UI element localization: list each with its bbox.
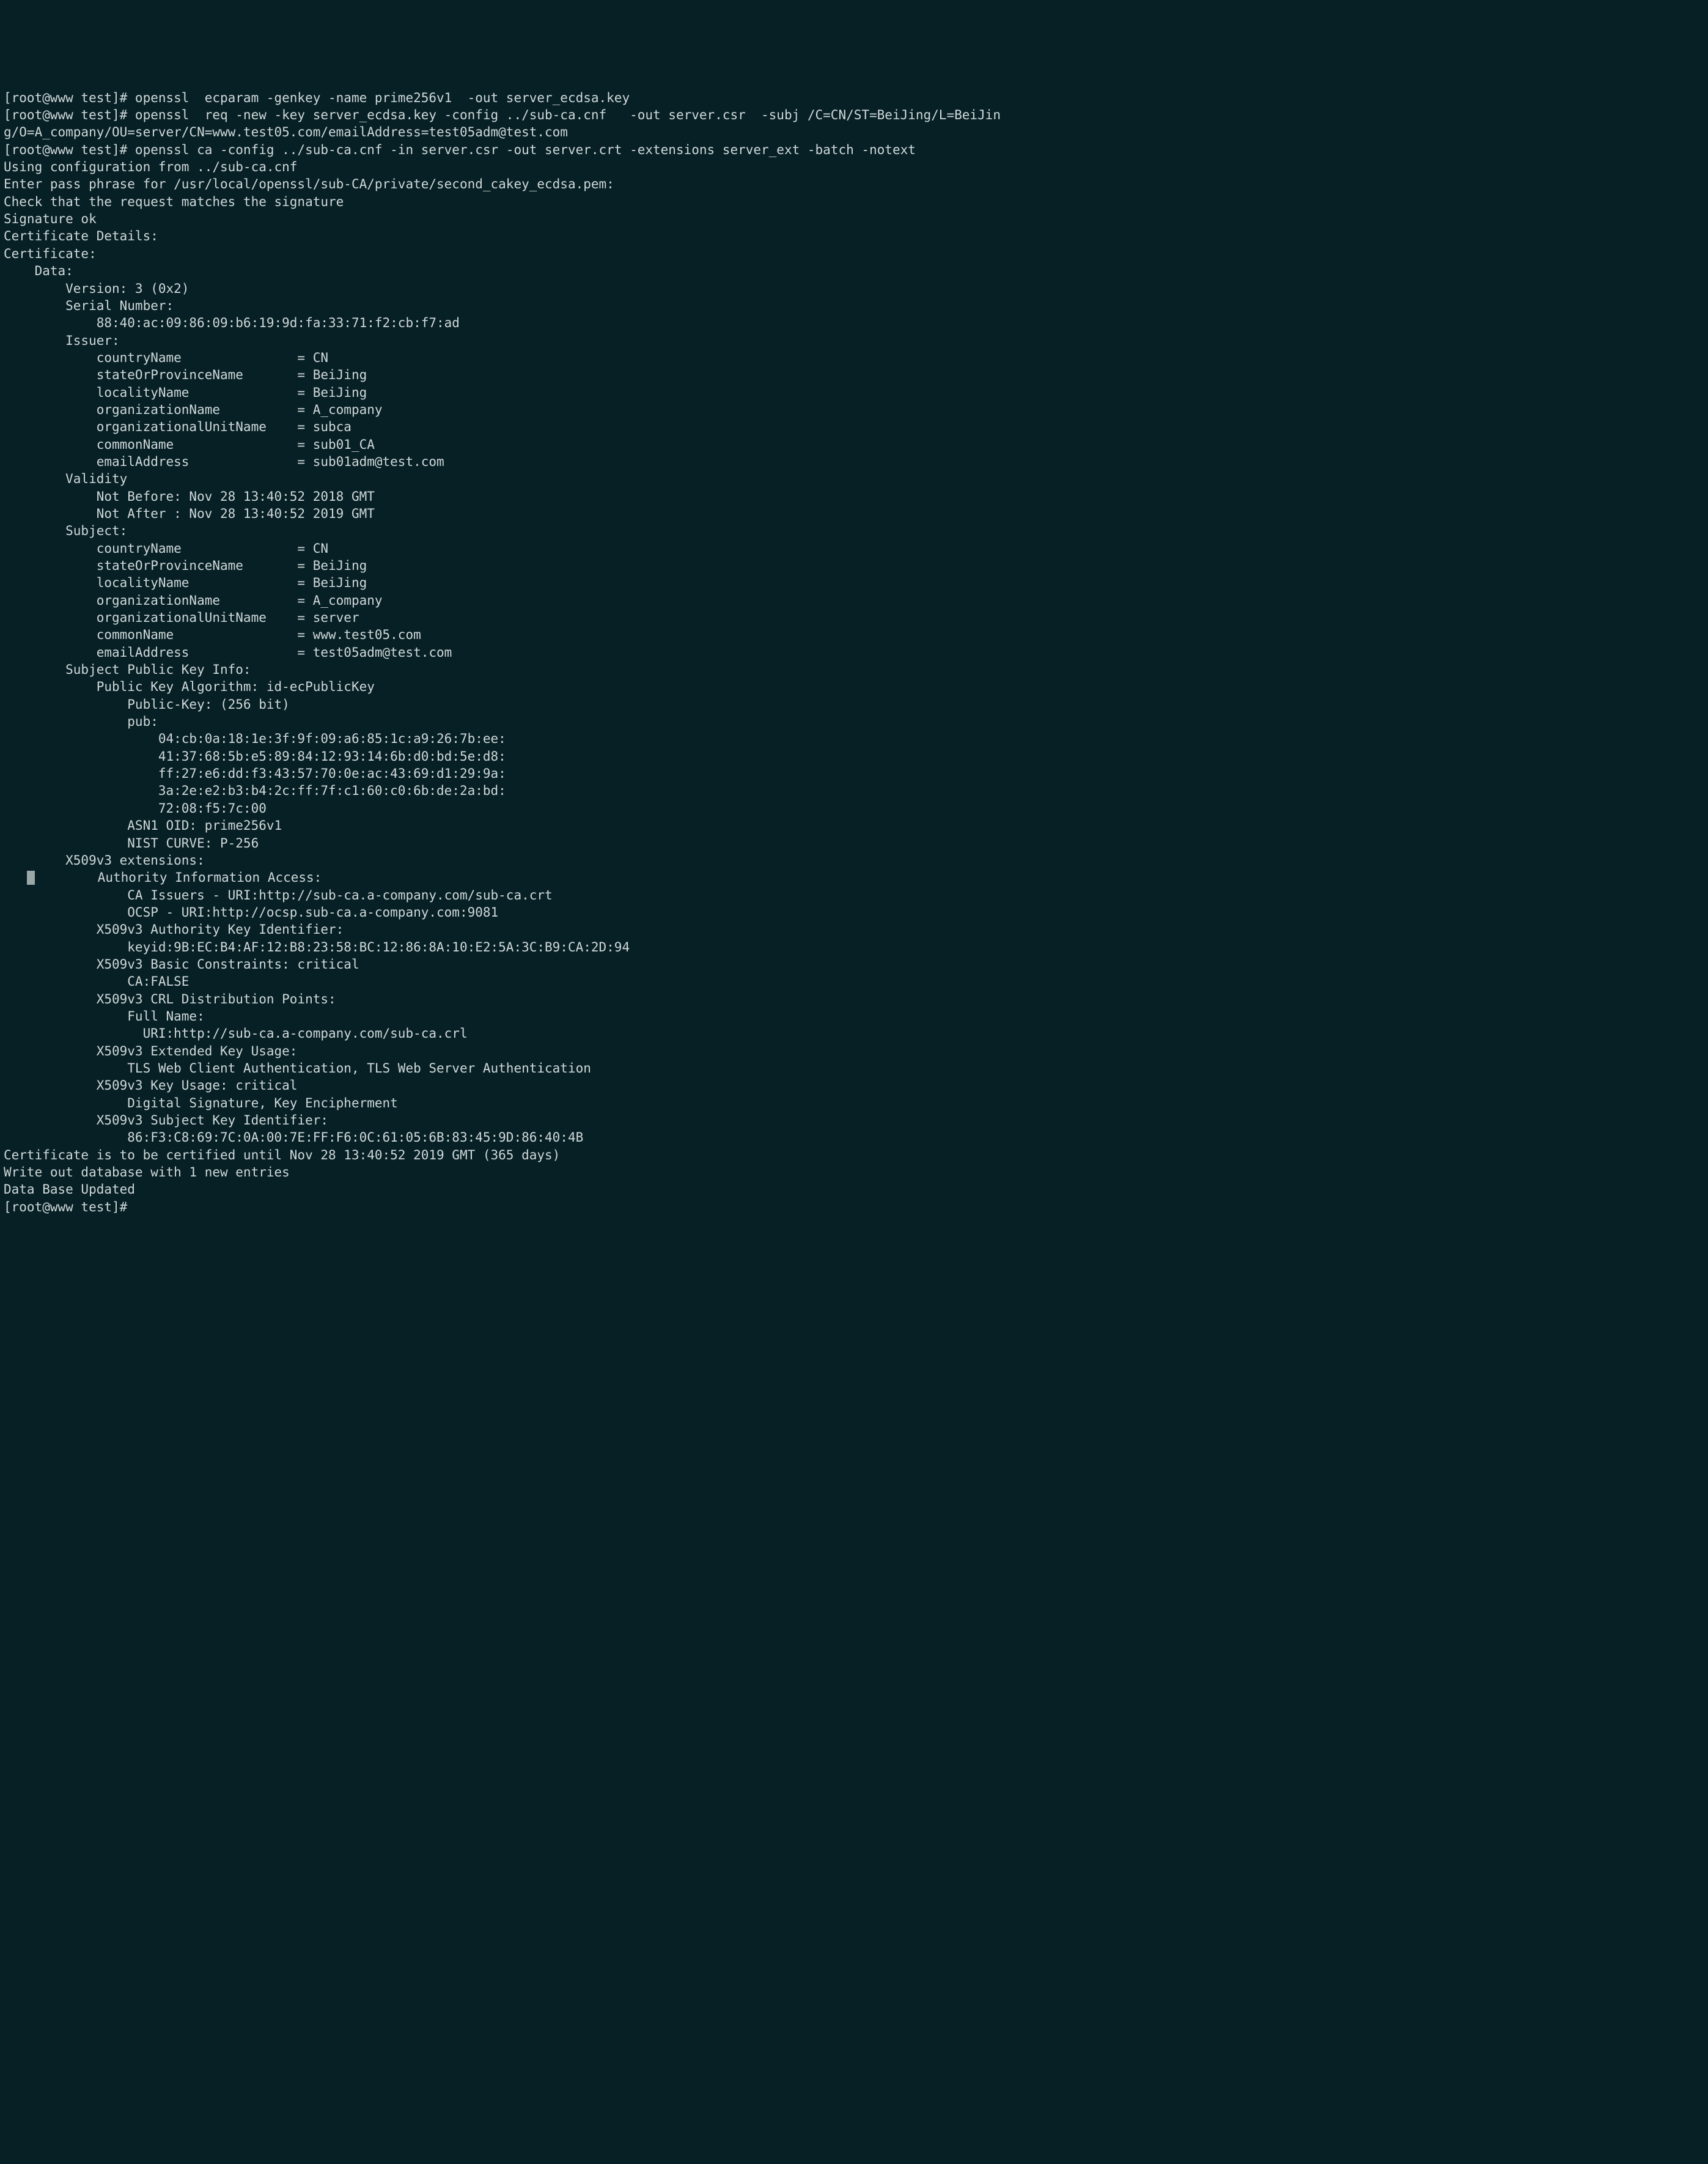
terminal-line: Public-Key: (256 bit) bbox=[4, 696, 1704, 713]
terminal-line: Not Before: Nov 28 13:40:52 2018 GMT bbox=[4, 488, 1704, 505]
terminal-line: Authority Information Access: bbox=[4, 869, 1704, 886]
terminal-line: Write out database with 1 new entries bbox=[4, 1164, 1704, 1181]
terminal-line: 04:cb:0a:18:1e:3f:9f:09:a6:85:1c:a9:26:7… bbox=[4, 730, 1704, 747]
terminal-line: X509v3 Extended Key Usage: bbox=[4, 1043, 1704, 1060]
terminal-line: countryName = CN bbox=[4, 540, 1704, 557]
terminal-line: Not After : Nov 28 13:40:52 2019 GMT bbox=[4, 505, 1704, 522]
terminal-line: X509v3 Subject Key Identifier: bbox=[4, 1112, 1704, 1129]
terminal-line: Data Base Updated bbox=[4, 1181, 1704, 1198]
terminal-line: X509v3 Key Usage: critical bbox=[4, 1077, 1704, 1094]
terminal-line: organizationalUnitName = server bbox=[4, 609, 1704, 626]
terminal-line: TLS Web Client Authentication, TLS Web S… bbox=[4, 1060, 1704, 1077]
terminal-line: countryName = CN bbox=[4, 349, 1704, 366]
terminal-line: 41:37:68:5b:e5:89:84:12:93:14:6b:d0:bd:5… bbox=[4, 748, 1704, 765]
terminal-line: Full Name: bbox=[4, 1008, 1704, 1025]
terminal-line: Version: 3 (0x2) bbox=[4, 280, 1704, 297]
terminal-line: Check that the request matches the signa… bbox=[4, 193, 1704, 210]
terminal-line: Certificate Details: bbox=[4, 227, 1704, 245]
terminal-line: X509v3 Authority Key Identifier: bbox=[4, 921, 1704, 938]
terminal-line: Subject: bbox=[4, 522, 1704, 539]
terminal-line: Certificate is to be certified until Nov… bbox=[4, 1147, 1704, 1164]
terminal-line: stateOrProvinceName = BeiJing bbox=[4, 557, 1704, 574]
terminal-line: emailAddress = test05adm@test.com bbox=[4, 644, 1704, 661]
terminal-line: OCSP - URI:http://ocsp.sub-ca.a-company.… bbox=[4, 904, 1704, 921]
cursor-block-icon bbox=[27, 871, 35, 885]
terminal-line: g/O=A_company/OU=server/CN=www.test05.co… bbox=[4, 124, 1704, 141]
terminal-line: keyid:9B:EC:B4:AF:12:B8:23:58:BC:12:86:8… bbox=[4, 939, 1704, 956]
terminal-text: Authority Information Access: bbox=[36, 870, 329, 885]
terminal-line: Issuer: bbox=[4, 332, 1704, 349]
terminal-line: X509v3 extensions: bbox=[4, 852, 1704, 869]
terminal-line: Certificate: bbox=[4, 245, 1704, 262]
terminal-line: CA:FALSE bbox=[4, 973, 1704, 990]
terminal-line: organizationalUnitName = subca bbox=[4, 418, 1704, 435]
terminal-line: Signature ok bbox=[4, 210, 1704, 227]
terminal-line: Enter pass phrase for /usr/local/openssl… bbox=[4, 175, 1704, 193]
terminal-line: organizationName = A_company bbox=[4, 592, 1704, 609]
terminal-line: Digital Signature, Key Encipherment bbox=[4, 1095, 1704, 1112]
terminal-line: 72:08:f5:7c:00 bbox=[4, 800, 1704, 817]
terminal-line: NIST CURVE: P-256 bbox=[4, 835, 1704, 852]
terminal-text bbox=[4, 870, 27, 885]
terminal-window[interactable]: [root@www test]# openssl ecparam -genkey… bbox=[0, 87, 1708, 2078]
terminal-line: [root@www test]# openssl req -new -key s… bbox=[4, 106, 1704, 124]
terminal-line: Using configuration from ../sub-ca.cnf bbox=[4, 158, 1704, 175]
terminal-line: ASN1 OID: prime256v1 bbox=[4, 817, 1704, 834]
terminal-line: [root@www test]# openssl ca -config ../s… bbox=[4, 141, 1704, 158]
terminal-line: Serial Number: bbox=[4, 297, 1704, 314]
terminal-line: Data: bbox=[4, 262, 1704, 279]
terminal-line: [root@www test]# openssl ecparam -genkey… bbox=[4, 89, 1704, 106]
terminal-line: localityName = BeiJing bbox=[4, 574, 1704, 591]
terminal-line: 86:F3:C8:69:7C:0A:00:7E:FF:F6:0C:61:05:6… bbox=[4, 1129, 1704, 1146]
terminal-prompt[interactable]: [root@www test]# bbox=[4, 1198, 1704, 1216]
terminal-line: 3a:2e:e2:b3:b4:2c:ff:7f:c1:60:c0:6b:de:2… bbox=[4, 782, 1704, 799]
terminal-line: X509v3 CRL Distribution Points: bbox=[4, 991, 1704, 1008]
terminal-line: ff:27:e6:dd:f3:43:57:70:0e:ac:43:69:d1:2… bbox=[4, 765, 1704, 782]
terminal-line: commonName = sub01_CA bbox=[4, 436, 1704, 453]
terminal-line: X509v3 Basic Constraints: critical bbox=[4, 956, 1704, 973]
terminal-line: localityName = BeiJing bbox=[4, 384, 1704, 401]
terminal-line: commonName = www.test05.com bbox=[4, 626, 1704, 643]
terminal-line: Validity bbox=[4, 470, 1704, 487]
terminal-line: 88:40:ac:09:86:09:b6:19:9d:fa:33:71:f2:c… bbox=[4, 314, 1704, 331]
terminal-line: CA Issuers - URI:http://sub-ca.a-company… bbox=[4, 887, 1704, 904]
terminal-line: pub: bbox=[4, 713, 1704, 730]
terminal-line: organizationName = A_company bbox=[4, 401, 1704, 418]
terminal-line: Subject Public Key Info: bbox=[4, 661, 1704, 678]
terminal-line: emailAddress = sub01adm@test.com bbox=[4, 453, 1704, 470]
terminal-line: URI:http://sub-ca.a-company.com/sub-ca.c… bbox=[4, 1025, 1704, 1042]
terminal-line: Public Key Algorithm: id-ecPublicKey bbox=[4, 678, 1704, 695]
terminal-line: stateOrProvinceName = BeiJing bbox=[4, 366, 1704, 383]
